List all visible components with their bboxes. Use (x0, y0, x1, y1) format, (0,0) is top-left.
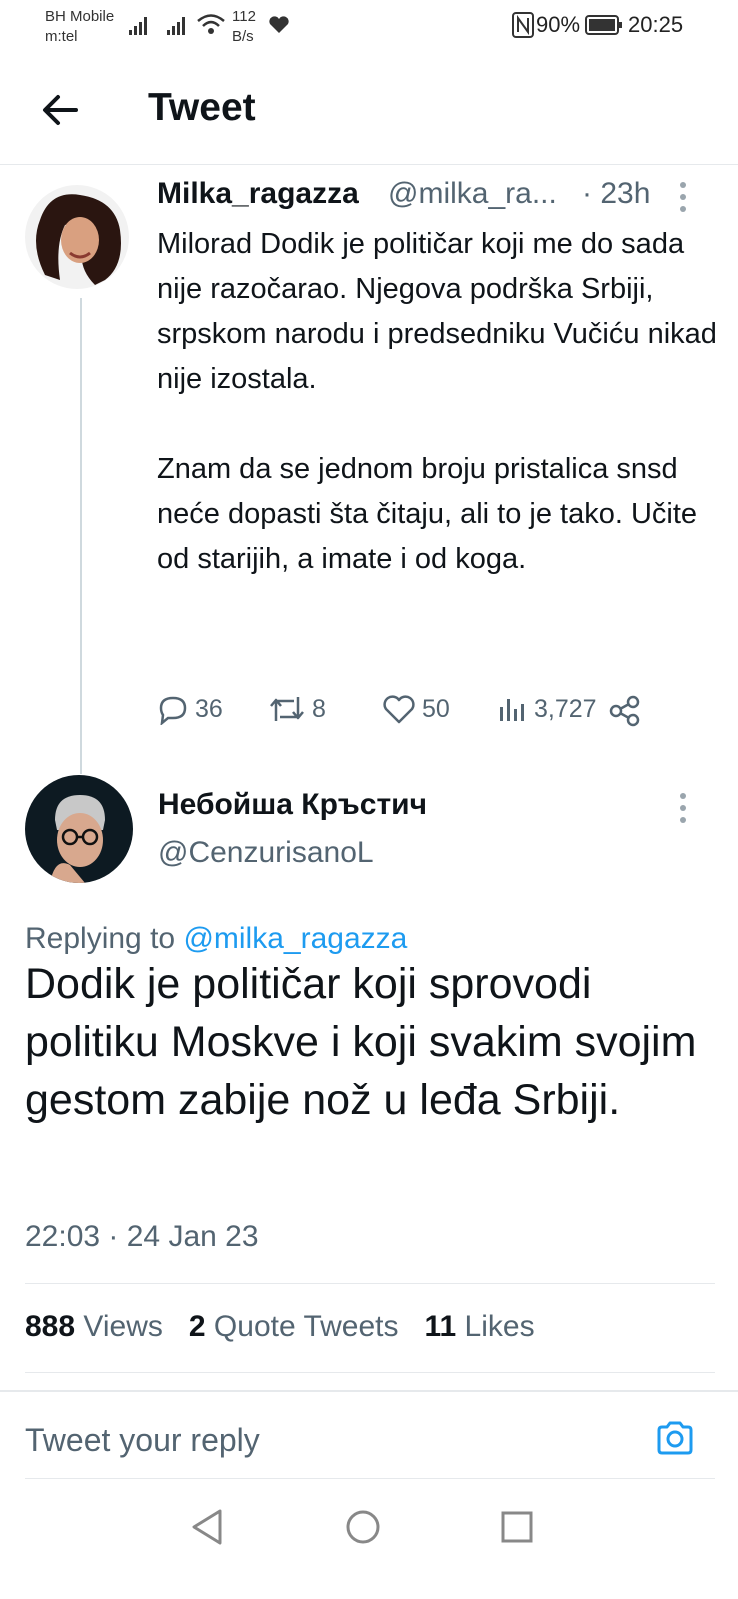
net-speed-unit: B/s (232, 28, 254, 45)
avatar[interactable] (25, 185, 129, 289)
views-stat: 888 Views (25, 1310, 163, 1344)
like-count: 50 (422, 694, 450, 723)
camera-icon[interactable] (655, 1418, 695, 1458)
author-name[interactable]: Небойша Кръстич (158, 788, 427, 822)
tweet-age: · 23h (582, 177, 651, 210)
retweet-button[interactable]: 8 (268, 693, 326, 725)
quote-stat-label: Quote Tweets (213, 1310, 399, 1343)
nfc-icon (512, 12, 534, 38)
divider (25, 1372, 715, 1373)
views-stat-count: 888 (25, 1310, 76, 1343)
clock: 20:25 (628, 12, 684, 37)
avatar[interactable] (25, 775, 133, 883)
replying-to-link[interactable]: @milka_ragazza (183, 922, 407, 955)
nav-back-icon[interactable] (190, 1508, 224, 1546)
avatar-image-nebojsa (25, 775, 133, 883)
battery-icon (585, 15, 622, 35)
like-button[interactable]: 50 (382, 693, 450, 725)
wifi-icon (197, 14, 225, 34)
nav-home-icon[interactable] (344, 1508, 382, 1546)
reply-count: 36 (195, 694, 223, 723)
author-name[interactable]: Milka_ragazza (157, 177, 359, 211)
analytics-icon (500, 699, 524, 721)
retweet-icon (270, 697, 304, 721)
author-handle[interactable]: @CenzurisanoL (158, 836, 374, 870)
quote-stat-count: 2 (188, 1310, 206, 1343)
page-title: Tweet (148, 86, 256, 129)
reply-input[interactable]: Tweet your reply (25, 1422, 260, 1459)
app-header: Tweet (0, 60, 738, 165)
thread-connector (80, 298, 82, 774)
battery-percent: 90% (536, 12, 581, 37)
quote-tweets-stat[interactable]: 2 Quote Tweets (189, 1310, 399, 1344)
divider (25, 1283, 715, 1284)
author-handle[interactable]: @milka_ra... (388, 177, 557, 211)
avatar-image-milka (25, 185, 129, 289)
signal-icon (129, 17, 147, 35)
replying-to: Replying to @milka_ragazza (25, 922, 407, 956)
carrier-secondary: m:tel (45, 28, 78, 45)
nav-recents-icon[interactable] (500, 1510, 534, 1544)
status-bar: BH Mobile m:tel 112 B/s 90% 20:25 (0, 0, 738, 50)
tweet-text: Dodik je političar koji sprovodi politik… (25, 960, 697, 1124)
tweet-text: Milorad Dodik je političar koji me do sa… (157, 228, 717, 575)
retweet-count: 8 (312, 694, 326, 723)
more-options-icon[interactable] (678, 180, 688, 214)
signal-icon-2 (167, 17, 185, 35)
views-button[interactable]: 3,727 (498, 693, 597, 725)
likes-stat-count: 11 (424, 1310, 457, 1343)
divider (25, 1478, 715, 1479)
views-count: 3,727 (534, 694, 597, 723)
net-speed-value: 112 (232, 8, 256, 25)
likes-stat[interactable]: 11 Likes (424, 1310, 534, 1344)
tweet-stats: 888 Views 2 Quote Tweets 11 Likes (25, 1310, 535, 1344)
reply-icon (159, 696, 187, 725)
carrier-primary: BH Mobile (45, 8, 115, 25)
reply-button[interactable]: 36 (157, 693, 223, 725)
tweet-timestamp[interactable]: 22:03 · 24 Jan 23 (25, 1220, 259, 1254)
back-arrow-icon[interactable] (38, 88, 82, 132)
likes-stat-label: Likes (464, 1310, 535, 1343)
replying-prefix: Replying to (25, 922, 176, 955)
heart-icon (383, 695, 415, 724)
share-icon[interactable] (608, 695, 642, 727)
views-stat-label: Views (83, 1310, 163, 1343)
heart-status-icon (269, 16, 289, 33)
more-options-icon[interactable] (678, 791, 688, 825)
